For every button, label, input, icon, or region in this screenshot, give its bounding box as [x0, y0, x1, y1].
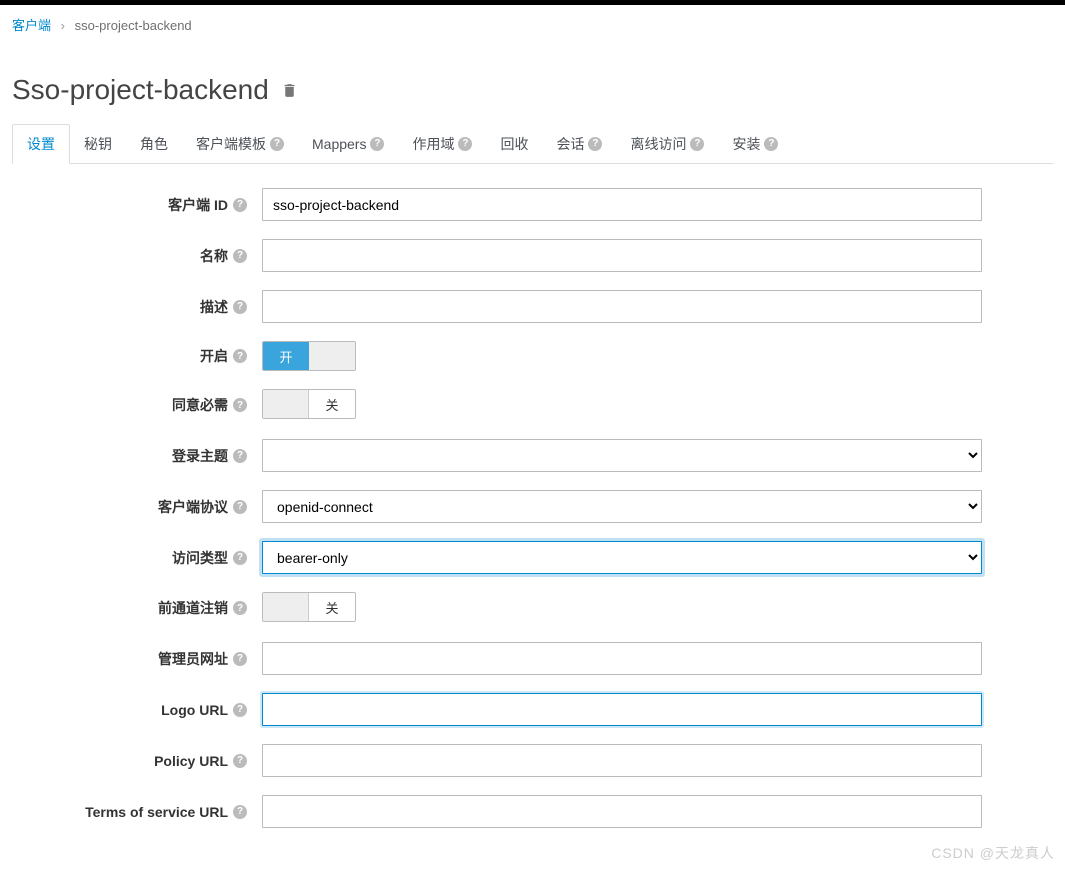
description-label: 描述 — [200, 297, 228, 317]
help-icon[interactable]: ? — [233, 551, 247, 565]
admin-url-input[interactable] — [262, 642, 982, 675]
help-icon[interactable]: ? — [233, 703, 247, 717]
breadcrumb-current: sso-project-backend — [75, 18, 192, 33]
tab-label: 设置 — [27, 134, 55, 154]
page-title: Sso-project-backend — [12, 74, 269, 106]
page-header: Sso-project-backend — [12, 74, 1053, 106]
tab-label: 回收 — [500, 134, 528, 154]
tab-label: 角色 — [140, 134, 168, 154]
help-icon[interactable]: ? — [233, 300, 247, 314]
access-type-select[interactable]: bearer-only — [262, 541, 982, 574]
help-icon[interactable]: ? — [690, 137, 704, 151]
help-icon[interactable]: ? — [233, 249, 247, 263]
help-icon[interactable]: ? — [233, 601, 247, 615]
tab-会话[interactable]: 会话? — [542, 124, 616, 163]
tab-作用域[interactable]: 作用域? — [398, 124, 486, 163]
tabs: 设置秘钥角色客户端模板?Mappers?作用域?回收会话?离线访问?安装? — [12, 124, 1053, 164]
consent-required-label: 同意必需 — [172, 395, 228, 415]
help-icon[interactable]: ? — [233, 754, 247, 768]
logo-url-input[interactable] — [262, 693, 982, 726]
login-theme-select[interactable] — [262, 439, 982, 472]
front-channel-logout-label: 前通道注销 — [158, 598, 228, 618]
help-icon[interactable]: ? — [764, 137, 778, 151]
client-protocol-label: 客户端协议 — [158, 497, 228, 517]
toggle-off-text: 关 — [309, 390, 355, 418]
help-icon[interactable]: ? — [233, 349, 247, 363]
tab-秘钥[interactable]: 秘钥 — [70, 124, 126, 163]
toggle-handle — [263, 593, 309, 621]
consent-required-toggle[interactable]: 关 — [262, 389, 356, 419]
tab-回收[interactable]: 回收 — [486, 124, 542, 163]
tab-label: 客户端模板 — [196, 134, 266, 154]
help-icon[interactable]: ? — [233, 398, 247, 412]
toggle-handle — [263, 390, 309, 418]
help-icon[interactable]: ? — [233, 198, 247, 212]
logo-url-label: Logo URL — [161, 702, 228, 718]
tab-设置[interactable]: 设置 — [12, 124, 70, 164]
tab-label: 会话 — [556, 134, 584, 154]
tab-离线访问[interactable]: 离线访问? — [616, 124, 718, 163]
name-label: 名称 — [200, 246, 228, 266]
help-icon[interactable]: ? — [233, 805, 247, 819]
tos-url-input[interactable] — [262, 795, 982, 828]
tab-label: Mappers — [312, 136, 366, 152]
breadcrumb: 客户端 › sso-project-backend — [0, 5, 1065, 44]
breadcrumb-root-link[interactable]: 客户端 — [12, 18, 51, 33]
front-channel-logout-toggle[interactable]: 关 — [262, 592, 356, 622]
help-icon[interactable]: ? — [458, 137, 472, 151]
access-type-label: 访问类型 — [172, 548, 228, 568]
help-icon[interactable]: ? — [270, 137, 284, 151]
help-icon[interactable]: ? — [233, 652, 247, 666]
tab-角色[interactable]: 角色 — [126, 124, 182, 163]
help-icon[interactable]: ? — [233, 449, 247, 463]
name-input[interactable] — [262, 239, 982, 272]
help-icon[interactable]: ? — [588, 137, 602, 151]
login-theme-label: 登录主题 — [172, 446, 228, 466]
toggle-handle — [309, 342, 355, 370]
help-icon[interactable]: ? — [370, 137, 384, 151]
settings-form: 客户端 ID? 名称? 描述? 开启? 开 同意必需? — [12, 188, 982, 828]
client-id-input[interactable] — [262, 188, 982, 221]
description-input[interactable] — [262, 290, 982, 323]
policy-url-input[interactable] — [262, 744, 982, 777]
tab-label: 离线访问 — [630, 134, 686, 154]
client-id-label: 客户端 ID — [168, 195, 228, 215]
tab-安装[interactable]: 安装? — [718, 124, 792, 163]
admin-url-label: 管理员网址 — [158, 649, 228, 669]
tos-url-label: Terms of service URL — [85, 804, 228, 820]
tab-label: 作用域 — [412, 134, 454, 154]
toggle-off-text: 关 — [309, 593, 355, 621]
tab-mappers[interactable]: Mappers? — [298, 124, 398, 163]
client-protocol-select[interactable]: openid-connect — [262, 490, 982, 523]
toggle-on-text: 开 — [263, 342, 309, 370]
breadcrumb-separator: › — [61, 18, 65, 33]
enabled-toggle[interactable]: 开 — [262, 341, 356, 371]
tab-label: 秘钥 — [84, 134, 112, 154]
help-icon[interactable]: ? — [233, 500, 247, 514]
tab-label: 安装 — [732, 134, 760, 154]
trash-icon[interactable] — [281, 82, 298, 99]
policy-url-label: Policy URL — [154, 753, 228, 769]
enabled-label: 开启 — [200, 346, 228, 366]
tab-客户端模板[interactable]: 客户端模板? — [182, 124, 298, 163]
